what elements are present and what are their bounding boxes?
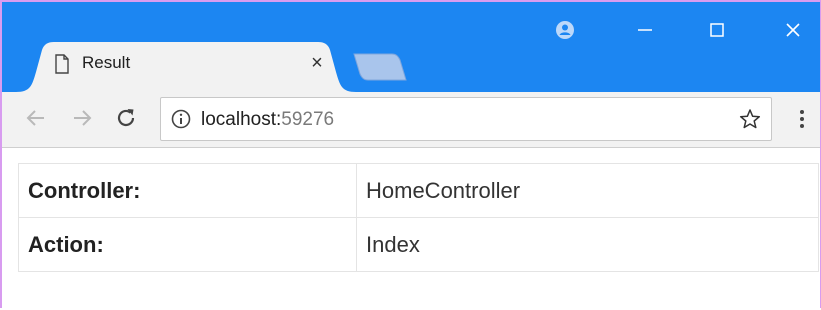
forward-button[interactable]	[68, 104, 96, 132]
action-value: Index	[356, 217, 819, 272]
back-button[interactable]	[22, 104, 50, 132]
tab-title: Result	[82, 53, 131, 72]
close-icon	[786, 23, 800, 37]
page-content: Controller: HomeController Action: Index	[2, 149, 820, 310]
browser-window: Result × localhost:59276 Controller: Hom…	[0, 0, 821, 310]
info-icon[interactable]	[171, 109, 191, 129]
controller-label: Controller:	[18, 163, 357, 218]
url-port: 59276	[281, 109, 335, 130]
action-label: Action:	[18, 217, 357, 272]
reload-button[interactable]	[112, 104, 140, 132]
controller-value: HomeController	[356, 163, 819, 218]
document-icon	[55, 54, 69, 74]
browser-toolbar: localhost:59276	[2, 92, 820, 148]
kebab-menu-icon[interactable]	[792, 104, 812, 134]
reload-icon	[117, 109, 135, 127]
profile-icon	[556, 21, 574, 39]
title-bar: Result ×	[2, 2, 820, 92]
maximize-button[interactable]	[702, 16, 732, 44]
star-icon[interactable]	[739, 108, 761, 130]
table-row: Action: Index	[18, 217, 819, 272]
arrow-left-icon	[26, 110, 44, 126]
address-bar[interactable]: localhost:59276	[160, 97, 772, 141]
url-host: localhost:	[201, 109, 282, 130]
new-tab-button[interactable]	[352, 52, 408, 82]
maximize-icon	[710, 23, 724, 37]
url-text[interactable]: localhost:59276	[201, 109, 334, 131]
window-close-button[interactable]	[778, 16, 808, 44]
arrow-right-icon	[74, 110, 92, 126]
profile-button[interactable]	[550, 16, 580, 44]
minimize-button[interactable]	[630, 16, 660, 44]
tab-result[interactable]: Result ×	[16, 42, 356, 92]
minimize-icon	[638, 29, 652, 31]
tab-close-button[interactable]: ×	[306, 52, 328, 74]
table-row: Controller: HomeController	[18, 163, 819, 218]
route-info-table: Controller: HomeController Action: Index	[18, 163, 819, 272]
